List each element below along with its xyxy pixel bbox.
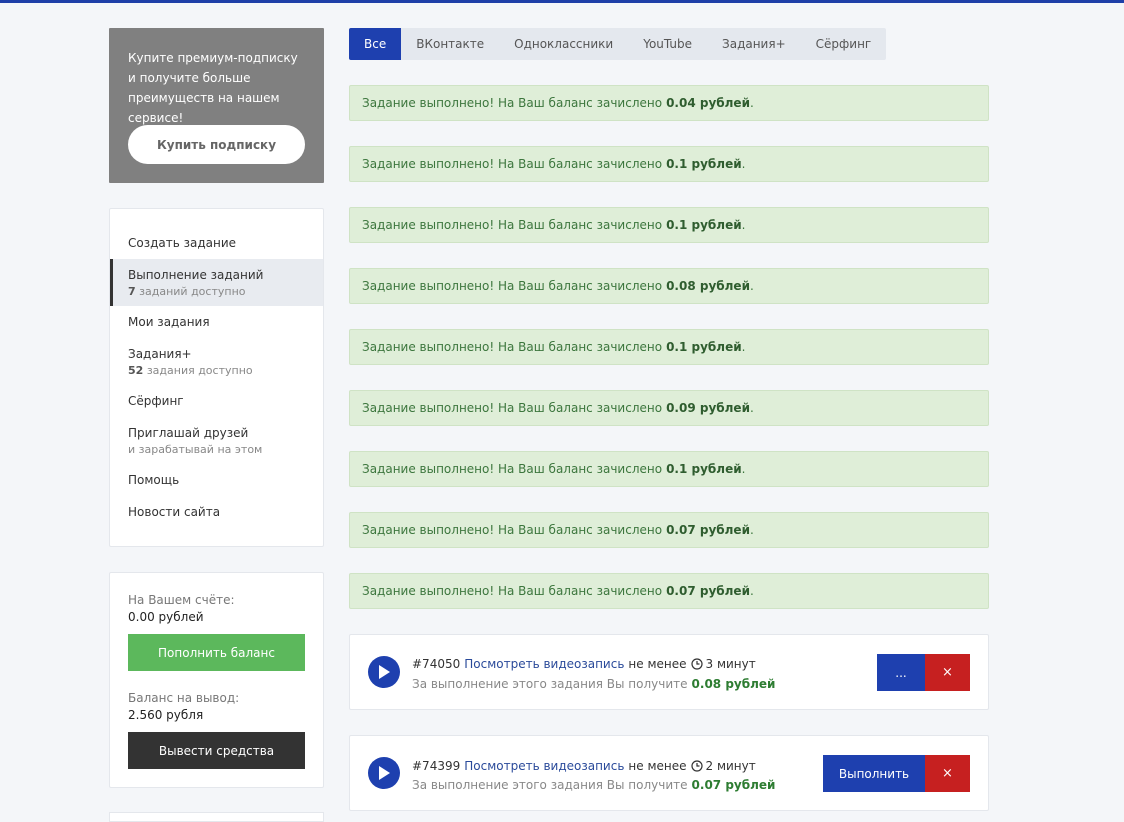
alert-amount: 0.04 рублей [666, 96, 750, 110]
video-task-card: #74399 Посмотреть видеозапись не менее 2… [349, 735, 989, 811]
alert-text: Задание выполнено! На Ваш баланс зачисле… [362, 279, 663, 293]
task-duration: 2 минут [705, 759, 756, 773]
success-alert: Задание выполнено! На Ваш баланс зачисле… [349, 85, 989, 121]
premium-promo: Купите премиум-подписку и получите больш… [109, 28, 324, 183]
task-actions: ... × [877, 654, 970, 691]
task-link[interactable]: Посмотреть видеозапись [464, 759, 624, 773]
available-count: 7 [128, 285, 136, 298]
alert-amount: 0.09 рублей [666, 401, 750, 415]
alert-text: Задание выполнено! На Ваш баланс зачисле… [362, 401, 663, 415]
tab-surfing[interactable]: Сёрфинг [801, 28, 887, 60]
tab-odnoklassniki[interactable]: Одноклассники [499, 28, 628, 60]
alert-text: Задание выполнено! На Ваш баланс зачисле… [362, 218, 663, 232]
alert-text: Задание выполнено! На Ваш баланс зачисле… [362, 584, 663, 598]
success-alert: Задание выполнено! На Ваш баланс зачисле… [349, 207, 989, 243]
play-icon[interactable] [368, 757, 400, 789]
sidebar-item-label: Задания+ [128, 347, 192, 361]
video-task-card: #74050 Посмотреть видеозапись не менее 3… [349, 634, 989, 710]
sidebar-item-tasks-plus[interactable]: Задания+ 52 задания доступно [110, 347, 323, 378]
sidebar-item-help[interactable]: Помощь [110, 473, 323, 488]
success-alert: Задание выполнено! На Ваш баланс зачисле… [349, 512, 989, 548]
dismiss-button[interactable]: × [925, 654, 970, 691]
task-id: #74399 [412, 759, 461, 773]
alert-text: Задание выполнено! На Ваш баланс зачисле… [362, 340, 663, 354]
task-link[interactable]: Посмотреть видеозапись [464, 657, 624, 671]
play-icon[interactable] [368, 656, 400, 688]
reward-label: За выполнение этого задания Вы получите [412, 677, 688, 691]
alert-text: Задание выполнено! На Ваш баланс зачисле… [362, 157, 663, 171]
alert-amount: 0.1 рублей [666, 462, 742, 476]
tab-all[interactable]: Все [349, 28, 402, 60]
alert-text: Задание выполнено! На Ваш баланс зачисле… [362, 96, 663, 110]
reward-label: За выполнение этого задания Вы получите [412, 778, 688, 792]
alert-text: Задание выполнено! На Ваш баланс зачисле… [362, 462, 663, 476]
tab-vkontakte[interactable]: ВКонтакте [401, 28, 499, 60]
filter-tabs: Все ВКонтакте Одноклассники YouTube Зада… [349, 28, 887, 60]
alert-amount: 0.07 рублей [666, 523, 750, 537]
success-alert: Задание выполнено! На Ваш баланс зачисле… [349, 390, 989, 426]
withdraw-balance-label: Баланс на вывод: [128, 691, 240, 705]
sidebar-item-invite-friends[interactable]: Приглашай друзей и зарабатывай на этом [110, 426, 323, 457]
task-title: #74050 Посмотреть видеозапись не менее 3… [412, 657, 756, 671]
task-reward-line: За выполнение этого задания Вы получите 0… [412, 677, 775, 691]
reward-amount: 0.08 рублей [691, 677, 776, 691]
dismiss-button[interactable]: × [925, 755, 970, 792]
task-reward-line: За выполнение этого задания Вы получите 0… [412, 778, 775, 792]
success-alert: Задание выполнено! На Ваш баланс зачисле… [349, 573, 989, 609]
sidebar-item-do-tasks[interactable]: Выполнение заданий 7 заданий доступно [110, 259, 323, 306]
sidebar-item-label: Мои задания [128, 315, 210, 329]
task-min-label: не менее [628, 759, 687, 773]
account-label: На Вашем счёте: [128, 593, 235, 607]
task-id: #74050 [412, 657, 461, 671]
alert-amount: 0.1 рублей [666, 340, 742, 354]
sidebar-item-label: Сёрфинг [128, 394, 184, 408]
sidebar-item-my-tasks[interactable]: Мои задания [110, 315, 323, 330]
account-value: 0.00 рублей [128, 610, 204, 624]
success-alert: Задание выполнено! На Ваш баланс зачисле… [349, 329, 989, 365]
more-button[interactable]: ... [877, 654, 925, 691]
task-title: #74399 Посмотреть видеозапись не менее 2… [412, 759, 756, 773]
success-alert: Задание выполнено! На Ваш баланс зачисле… [349, 146, 989, 182]
sidebar-item-label: Выполнение заданий [128, 268, 264, 282]
sidebar-item-label: Помощь [128, 473, 180, 487]
sidebar-item-site-news[interactable]: Новости сайта [110, 505, 323, 520]
sidebar-item-sub: и зарабатывай на этом [128, 443, 263, 456]
available-text: заданий доступно [139, 285, 246, 298]
sidebar-item-sub: 7 заданий доступно [128, 285, 323, 299]
success-alert: Задание выполнено! На Ваш баланс зачисле… [349, 451, 989, 487]
tab-tasks-plus[interactable]: Задания+ [707, 28, 801, 60]
alert-amount: 0.07 рублей [666, 584, 750, 598]
buy-subscription-button[interactable]: Купить подписку [128, 125, 305, 164]
topup-button[interactable]: Пополнить баланс [128, 634, 305, 671]
available-count: 52 [128, 364, 144, 377]
withdraw-button[interactable]: Вывести средства [128, 732, 305, 769]
withdraw-balance-value: 2.560 рубля [128, 708, 204, 722]
sidebar-item-label: Приглашай друзей [128, 426, 249, 440]
task-actions: Выполнить × [823, 755, 970, 792]
balance-card: На Вашем счёте: 0.00 рублей Пополнить ба… [109, 572, 324, 788]
clock-icon [690, 658, 703, 670]
sidebar-item-create-task[interactable]: Создать задание [110, 236, 323, 251]
sidebar-item-label: Создать задание [128, 236, 237, 250]
task-min-label: не менее [628, 657, 687, 671]
sidebar-card-partial [109, 812, 324, 822]
reward-amount: 0.07 рублей [691, 778, 776, 792]
complete-task-button[interactable]: Выполнить [823, 755, 925, 792]
clock-icon [690, 760, 703, 772]
sidebar-item-label: Новости сайта [128, 505, 221, 519]
alert-amount: 0.1 рублей [666, 218, 742, 232]
sidebar-item-surfing[interactable]: Сёрфинг [110, 394, 323, 409]
alert-text: Задание выполнено! На Ваш баланс зачисле… [362, 523, 663, 537]
sidebar-item-sub: 52 задания доступно [128, 364, 323, 378]
available-text: задания доступно [146, 364, 253, 377]
alert-amount: 0.1 рублей [666, 157, 742, 171]
top-accent-bar [0, 0, 1124, 3]
sidebar-menu: Создать задание Выполнение заданий 7 зад… [109, 208, 324, 547]
alert-amount: 0.08 рублей [666, 279, 750, 293]
promo-text: Купите премиум-подписку и получите больш… [128, 51, 298, 125]
task-duration: 3 минут [705, 657, 756, 671]
success-alert: Задание выполнено! На Ваш баланс зачисле… [349, 268, 989, 304]
tab-youtube[interactable]: YouTube [628, 28, 707, 60]
